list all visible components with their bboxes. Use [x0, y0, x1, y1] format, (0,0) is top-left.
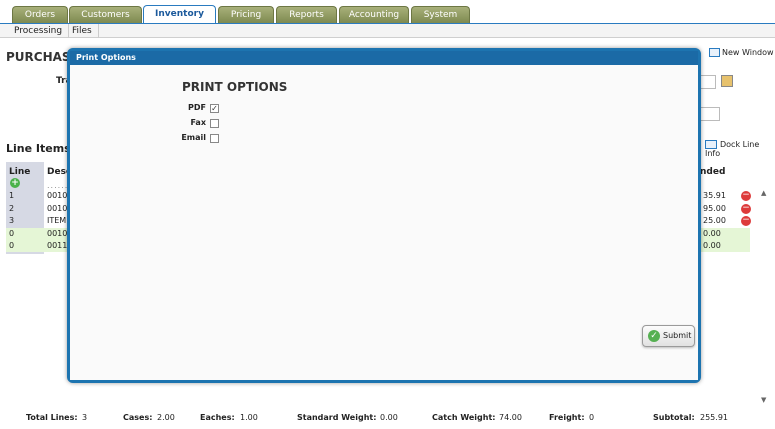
totals-footer: Total Lines: 3 Cases: 2.00 Eaches: 1.00 …: [0, 413, 775, 427]
catch-weight-label: Catch Weight:: [432, 413, 496, 422]
line-items-title: Line Items: [6, 142, 71, 155]
row-extended: 25.00: [703, 216, 726, 225]
dock-line-info-link[interactable]: Dock Line Info: [705, 140, 775, 158]
check-icon: ✓: [648, 330, 660, 342]
new-window-icon: [709, 48, 720, 57]
delete-row-icon[interactable]: −: [741, 191, 751, 201]
tab-accounting[interactable]: Accounting: [339, 6, 409, 23]
eaches-label: Eaches:: [200, 413, 235, 422]
tab-inventory[interactable]: Inventory: [143, 5, 216, 24]
row-description: 0011: [47, 241, 68, 250]
dialog-title: Print Options: [70, 51, 698, 65]
dock-icon: [705, 140, 717, 149]
main-nav: Orders Customers Inventory Pricing Repor…: [0, 0, 775, 24]
eaches-value: 1.00: [240, 413, 258, 422]
row-extended: 0.00: [703, 229, 721, 238]
dialog-body: PRINT OPTIONS PDF ✓ Fax Email ✓ Submit: [70, 65, 698, 380]
total-lines-value: 3: [82, 413, 88, 422]
catch-weight-value: 74.00: [499, 413, 522, 422]
delete-row-icon[interactable]: −: [741, 204, 751, 214]
email-checkbox[interactable]: [210, 134, 219, 143]
tab-customers[interactable]: Customers: [69, 6, 142, 23]
subtotal-value: 255.91: [700, 413, 728, 422]
row-description: 0010: [47, 229, 68, 238]
submit-label: Submit: [663, 331, 692, 340]
row-line: 2: [9, 204, 15, 213]
standard-weight-label: Standard Weight:: [297, 413, 377, 422]
tab-pricing[interactable]: Pricing: [218, 6, 274, 23]
scroll-up-arrow-icon[interactable]: ▲: [761, 189, 766, 197]
subtab-files[interactable]: Files: [66, 24, 99, 38]
freight-value: 0: [589, 413, 595, 422]
fax-label: Fax: [190, 118, 206, 127]
submit-button[interactable]: ✓ Submit: [642, 325, 695, 347]
row-extended: 35.91: [703, 191, 726, 200]
sub-nav: Processing Files: [0, 23, 775, 38]
option-fax: Fax: [172, 118, 282, 130]
freight-label: Freight:: [549, 413, 585, 422]
tab-reports[interactable]: Reports: [276, 6, 337, 23]
tab-orders[interactable]: Orders: [12, 6, 68, 23]
column-header-line: Line: [9, 167, 31, 177]
add-line-icon[interactable]: +: [10, 178, 20, 188]
standard-weight-value: 0.00: [380, 413, 398, 422]
pdf-label: PDF: [188, 103, 206, 112]
row-description: 0010: [47, 191, 68, 200]
header-field-2[interactable]: [700, 107, 720, 121]
cases-label: Cases:: [123, 413, 153, 422]
fax-checkbox[interactable]: [210, 119, 219, 128]
subtab-processing[interactable]: Processing: [8, 24, 70, 38]
scroll-down-arrow-icon[interactable]: ▼: [761, 396, 766, 404]
option-pdf: PDF ✓: [172, 103, 282, 115]
total-lines-label: Total Lines:: [26, 413, 78, 422]
row-description: 0010: [47, 204, 68, 213]
row-description: ITEM: [47, 216, 67, 225]
row-line: 0: [9, 229, 15, 238]
pdf-checkbox[interactable]: ✓: [210, 104, 219, 113]
new-window-label: New Window: [722, 48, 774, 57]
row-line: 0: [9, 241, 15, 250]
new-window-link[interactable]: New Window: [709, 48, 774, 57]
email-label: Email: [181, 133, 206, 142]
tab-system[interactable]: System: [411, 6, 470, 23]
calendar-icon[interactable]: [721, 75, 733, 87]
row-line: 3: [9, 216, 15, 225]
print-options-heading: PRINT OPTIONS: [182, 80, 288, 94]
subtotal-label: Subtotal:: [653, 413, 695, 422]
delete-row-icon[interactable]: −: [741, 216, 751, 226]
option-email: Email: [172, 133, 282, 145]
print-options-dialog: Print Options PRINT OPTIONS PDF ✓ Fax Em…: [67, 48, 701, 383]
row-line: 1: [9, 191, 15, 200]
row-extended: 0.00: [703, 241, 721, 250]
description-filter-dots: ......: [47, 181, 69, 190]
cases-value: 2.00: [157, 413, 175, 422]
column-header-extended: nded: [700, 167, 726, 177]
row-extended: 95.00: [703, 204, 726, 213]
